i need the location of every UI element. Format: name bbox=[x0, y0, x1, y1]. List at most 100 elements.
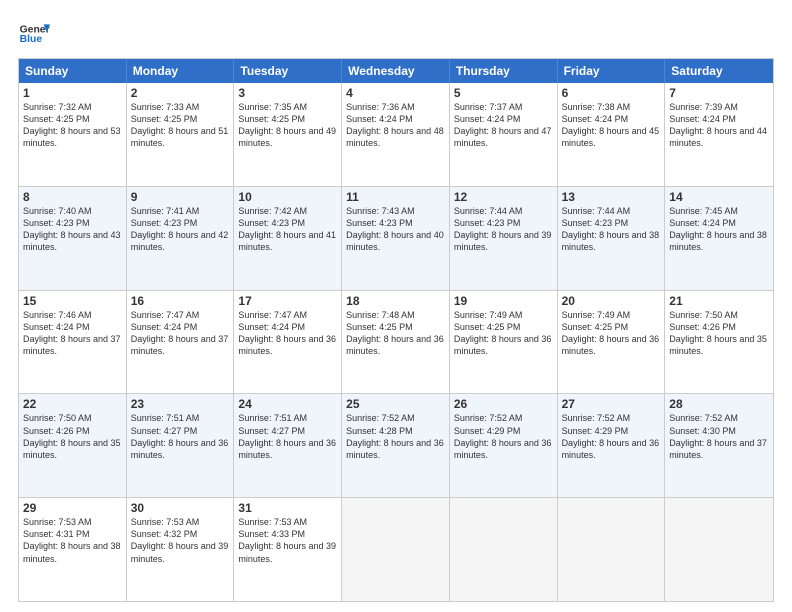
calendar-cell: 5 Sunrise: 7:37 AMSunset: 4:24 PMDayligh… bbox=[450, 83, 558, 186]
calendar-header: SundayMondayTuesdayWednesdayThursdayFrid… bbox=[19, 59, 773, 83]
day-number: 18 bbox=[346, 294, 445, 308]
calendar-cell: 29 Sunrise: 7:53 AMSunset: 4:31 PMDaylig… bbox=[19, 498, 127, 601]
day-info: Sunrise: 7:49 AMSunset: 4:25 PMDaylight:… bbox=[562, 310, 660, 356]
calendar-cell: 19 Sunrise: 7:49 AMSunset: 4:25 PMDaylig… bbox=[450, 291, 558, 394]
calendar-week-2: 8 Sunrise: 7:40 AMSunset: 4:23 PMDayligh… bbox=[19, 186, 773, 290]
header-day-tuesday: Tuesday bbox=[234, 59, 342, 83]
calendar-cell: 26 Sunrise: 7:52 AMSunset: 4:29 PMDaylig… bbox=[450, 394, 558, 497]
calendar-cell: 31 Sunrise: 7:53 AMSunset: 4:33 PMDaylig… bbox=[234, 498, 342, 601]
day-info: Sunrise: 7:44 AMSunset: 4:23 PMDaylight:… bbox=[562, 206, 660, 252]
header-day-saturday: Saturday bbox=[665, 59, 773, 83]
calendar-cell: 20 Sunrise: 7:49 AMSunset: 4:25 PMDaylig… bbox=[558, 291, 666, 394]
calendar-cell: 21 Sunrise: 7:50 AMSunset: 4:26 PMDaylig… bbox=[665, 291, 773, 394]
calendar-cell: 11 Sunrise: 7:43 AMSunset: 4:23 PMDaylig… bbox=[342, 187, 450, 290]
day-number: 15 bbox=[23, 294, 122, 308]
header-day-wednesday: Wednesday bbox=[342, 59, 450, 83]
day-info: Sunrise: 7:47 AMSunset: 4:24 PMDaylight:… bbox=[131, 310, 229, 356]
day-info: Sunrise: 7:53 AMSunset: 4:33 PMDaylight:… bbox=[238, 517, 336, 563]
day-info: Sunrise: 7:44 AMSunset: 4:23 PMDaylight:… bbox=[454, 206, 552, 252]
day-number: 13 bbox=[562, 190, 661, 204]
calendar-cell: 18 Sunrise: 7:48 AMSunset: 4:25 PMDaylig… bbox=[342, 291, 450, 394]
calendar-cell: 16 Sunrise: 7:47 AMSunset: 4:24 PMDaylig… bbox=[127, 291, 235, 394]
header: General Blue bbox=[18, 18, 774, 50]
calendar-cell: 15 Sunrise: 7:46 AMSunset: 4:24 PMDaylig… bbox=[19, 291, 127, 394]
calendar-week-4: 22 Sunrise: 7:50 AMSunset: 4:26 PMDaylig… bbox=[19, 393, 773, 497]
header-day-friday: Friday bbox=[558, 59, 666, 83]
day-number: 22 bbox=[23, 397, 122, 411]
calendar-cell: 2 Sunrise: 7:33 AMSunset: 4:25 PMDayligh… bbox=[127, 83, 235, 186]
day-info: Sunrise: 7:42 AMSunset: 4:23 PMDaylight:… bbox=[238, 206, 336, 252]
calendar-cell: 17 Sunrise: 7:47 AMSunset: 4:24 PMDaylig… bbox=[234, 291, 342, 394]
calendar-cell: 23 Sunrise: 7:51 AMSunset: 4:27 PMDaylig… bbox=[127, 394, 235, 497]
day-number: 20 bbox=[562, 294, 661, 308]
day-info: Sunrise: 7:53 AMSunset: 4:31 PMDaylight:… bbox=[23, 517, 121, 563]
day-info: Sunrise: 7:38 AMSunset: 4:24 PMDaylight:… bbox=[562, 102, 660, 148]
logo: General Blue bbox=[18, 18, 50, 50]
day-number: 4 bbox=[346, 86, 445, 100]
calendar-body: 1 Sunrise: 7:32 AMSunset: 4:25 PMDayligh… bbox=[19, 83, 773, 601]
calendar-cell bbox=[665, 498, 773, 601]
day-info: Sunrise: 7:41 AMSunset: 4:23 PMDaylight:… bbox=[131, 206, 229, 252]
day-info: Sunrise: 7:52 AMSunset: 4:29 PMDaylight:… bbox=[562, 413, 660, 459]
day-info: Sunrise: 7:33 AMSunset: 4:25 PMDaylight:… bbox=[131, 102, 229, 148]
calendar-cell: 27 Sunrise: 7:52 AMSunset: 4:29 PMDaylig… bbox=[558, 394, 666, 497]
day-info: Sunrise: 7:36 AMSunset: 4:24 PMDaylight:… bbox=[346, 102, 444, 148]
day-number: 27 bbox=[562, 397, 661, 411]
day-number: 16 bbox=[131, 294, 230, 308]
header-day-sunday: Sunday bbox=[19, 59, 127, 83]
calendar-cell bbox=[558, 498, 666, 601]
calendar-cell: 13 Sunrise: 7:44 AMSunset: 4:23 PMDaylig… bbox=[558, 187, 666, 290]
day-number: 5 bbox=[454, 86, 553, 100]
day-info: Sunrise: 7:53 AMSunset: 4:32 PMDaylight:… bbox=[131, 517, 229, 563]
day-info: Sunrise: 7:35 AMSunset: 4:25 PMDaylight:… bbox=[238, 102, 336, 148]
day-number: 11 bbox=[346, 190, 445, 204]
day-number: 1 bbox=[23, 86, 122, 100]
calendar-cell: 24 Sunrise: 7:51 AMSunset: 4:27 PMDaylig… bbox=[234, 394, 342, 497]
day-number: 25 bbox=[346, 397, 445, 411]
calendar-cell: 9 Sunrise: 7:41 AMSunset: 4:23 PMDayligh… bbox=[127, 187, 235, 290]
day-number: 26 bbox=[454, 397, 553, 411]
header-day-monday: Monday bbox=[127, 59, 235, 83]
calendar-cell: 30 Sunrise: 7:53 AMSunset: 4:32 PMDaylig… bbox=[127, 498, 235, 601]
calendar-week-1: 1 Sunrise: 7:32 AMSunset: 4:25 PMDayligh… bbox=[19, 83, 773, 186]
calendar-cell: 1 Sunrise: 7:32 AMSunset: 4:25 PMDayligh… bbox=[19, 83, 127, 186]
day-number: 29 bbox=[23, 501, 122, 515]
day-number: 9 bbox=[131, 190, 230, 204]
calendar-cell: 3 Sunrise: 7:35 AMSunset: 4:25 PMDayligh… bbox=[234, 83, 342, 186]
day-info: Sunrise: 7:49 AMSunset: 4:25 PMDaylight:… bbox=[454, 310, 552, 356]
day-number: 6 bbox=[562, 86, 661, 100]
day-info: Sunrise: 7:51 AMSunset: 4:27 PMDaylight:… bbox=[238, 413, 336, 459]
calendar-cell: 7 Sunrise: 7:39 AMSunset: 4:24 PMDayligh… bbox=[665, 83, 773, 186]
day-number: 8 bbox=[23, 190, 122, 204]
svg-text:Blue: Blue bbox=[20, 34, 43, 45]
logo-icon: General Blue bbox=[18, 18, 50, 50]
day-info: Sunrise: 7:45 AMSunset: 4:24 PMDaylight:… bbox=[669, 206, 767, 252]
day-number: 3 bbox=[238, 86, 337, 100]
day-number: 10 bbox=[238, 190, 337, 204]
day-info: Sunrise: 7:40 AMSunset: 4:23 PMDaylight:… bbox=[23, 206, 121, 252]
day-info: Sunrise: 7:52 AMSunset: 4:28 PMDaylight:… bbox=[346, 413, 444, 459]
day-info: Sunrise: 7:32 AMSunset: 4:25 PMDaylight:… bbox=[23, 102, 121, 148]
day-number: 28 bbox=[669, 397, 769, 411]
calendar-cell bbox=[342, 498, 450, 601]
day-info: Sunrise: 7:50 AMSunset: 4:26 PMDaylight:… bbox=[669, 310, 767, 356]
calendar-cell: 12 Sunrise: 7:44 AMSunset: 4:23 PMDaylig… bbox=[450, 187, 558, 290]
calendar-cell: 4 Sunrise: 7:36 AMSunset: 4:24 PMDayligh… bbox=[342, 83, 450, 186]
day-info: Sunrise: 7:43 AMSunset: 4:23 PMDaylight:… bbox=[346, 206, 444, 252]
day-number: 31 bbox=[238, 501, 337, 515]
day-number: 23 bbox=[131, 397, 230, 411]
page: General Blue SundayMondayTuesdayWednesda… bbox=[0, 0, 792, 612]
calendar-cell: 28 Sunrise: 7:52 AMSunset: 4:30 PMDaylig… bbox=[665, 394, 773, 497]
day-info: Sunrise: 7:52 AMSunset: 4:30 PMDaylight:… bbox=[669, 413, 767, 459]
day-info: Sunrise: 7:48 AMSunset: 4:25 PMDaylight:… bbox=[346, 310, 444, 356]
day-number: 19 bbox=[454, 294, 553, 308]
day-number: 24 bbox=[238, 397, 337, 411]
day-number: 14 bbox=[669, 190, 769, 204]
calendar-cell: 8 Sunrise: 7:40 AMSunset: 4:23 PMDayligh… bbox=[19, 187, 127, 290]
header-day-thursday: Thursday bbox=[450, 59, 558, 83]
day-info: Sunrise: 7:39 AMSunset: 4:24 PMDaylight:… bbox=[669, 102, 767, 148]
day-number: 17 bbox=[238, 294, 337, 308]
calendar-week-3: 15 Sunrise: 7:46 AMSunset: 4:24 PMDaylig… bbox=[19, 290, 773, 394]
calendar: SundayMondayTuesdayWednesdayThursdayFrid… bbox=[18, 58, 774, 602]
day-number: 2 bbox=[131, 86, 230, 100]
